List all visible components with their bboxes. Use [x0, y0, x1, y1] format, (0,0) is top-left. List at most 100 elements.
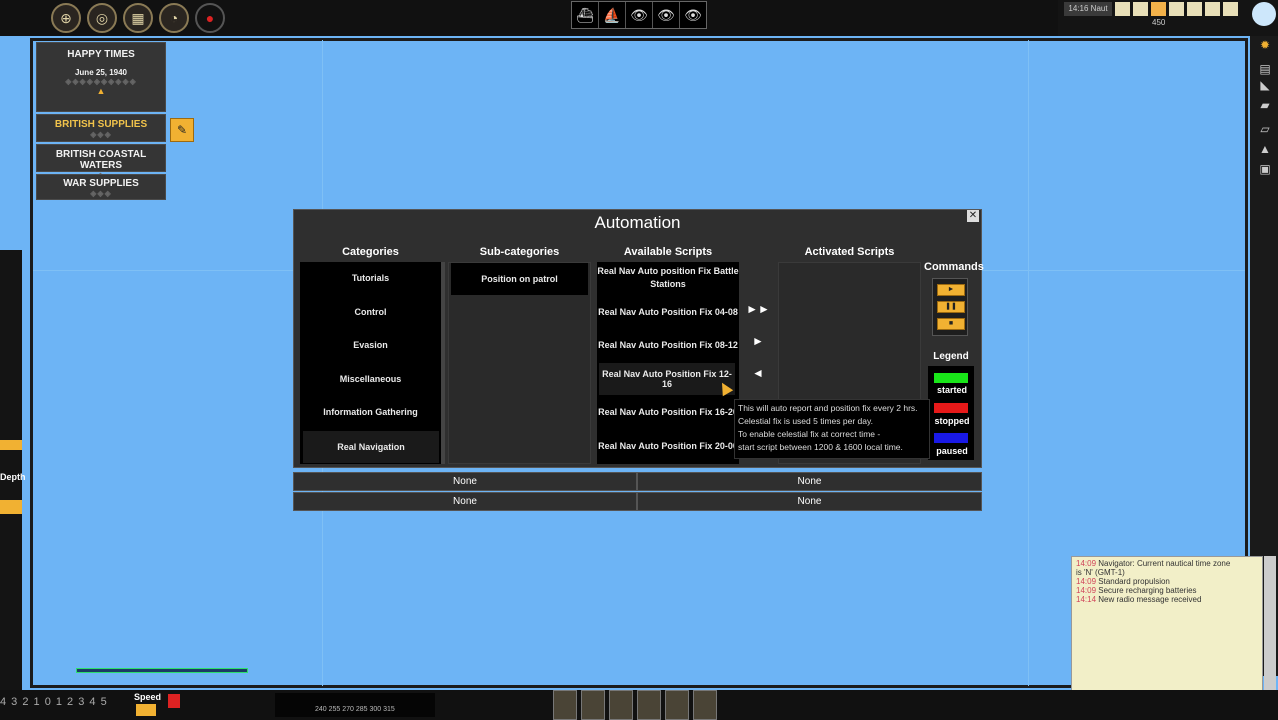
mission-item-british-coastal-waters[interactable]: BRITISH COASTAL WATERS ◈ [36, 144, 166, 180]
status-cell: None [293, 472, 637, 491]
time-compression-button[interactable] [1115, 2, 1130, 16]
eye-icon[interactable]: 👁 [653, 2, 680, 28]
start-script-button[interactable]: ► [937, 284, 965, 296]
subcategories-list: Position on patrol [448, 262, 591, 464]
categories-header: Categories [342, 246, 399, 258]
mission-item-british-supplies[interactable]: BRITISH SUPPLIES ◈◈◈ [36, 114, 166, 142]
script-item[interactable]: Real Nav Auto position Fix Battle Statio… [597, 262, 739, 294]
legend-paused-swatch [934, 433, 968, 443]
script-item[interactable]: Real Nav Auto Position Fix 20-00 [597, 430, 739, 462]
helm-wheel-icon[interactable]: ✹ [1256, 38, 1274, 54]
depth-indicator [0, 440, 22, 450]
add-script-button[interactable]: ► [745, 334, 771, 350]
log-entry: 14:09 Standard propulsion [1076, 577, 1170, 586]
close-icon[interactable]: ✕ [967, 210, 979, 222]
map-tool-icon[interactable]: ▰ [1256, 98, 1274, 114]
clock-icon[interactable]: ◔ [159, 3, 189, 33]
crew-officer-portrait[interactable] [609, 690, 633, 720]
mission-header: HAPPY TIMES June 25, 1940 ◈◈◈◈◈◈◈◈◈◈ ▲ [36, 42, 166, 112]
subcategory-item[interactable]: Position on patrol [451, 263, 588, 295]
settings-icon[interactable] [1223, 2, 1238, 16]
heading-dial[interactable]: 240 255 270 285 300 315 [275, 693, 435, 717]
stop-script-button[interactable]: ■ [937, 318, 965, 330]
view-station-bar: ⛴ ⛵ 👁 👁 👁 [571, 1, 707, 29]
categories-list: Tutorials Control Evasion Miscellaneous … [300, 262, 441, 464]
legend-stopped-label: stopped [934, 416, 970, 426]
time-compression-button[interactable] [1133, 2, 1148, 16]
status-cell: None [637, 492, 982, 511]
compass-strip: 450 [1152, 18, 1166, 27]
left-toolbar [0, 250, 22, 690]
script-tooltip: This will auto report and position fix e… [734, 399, 930, 459]
edit-orders-icon[interactable]: ✎ [170, 118, 194, 142]
settings-icon[interactable] [1205, 2, 1220, 16]
legend-header: Legend [933, 351, 969, 362]
legend-stopped-swatch [934, 403, 968, 413]
legend-paused-label: paused [936, 446, 968, 456]
mission-date: June 25, 1940 [74, 68, 128, 77]
script-item[interactable]: Real Nav Auto Position Fix 04-08 [597, 296, 739, 328]
map-scale-bar [72, 660, 264, 674]
compass-icon[interactable]: ⊕ [51, 3, 81, 33]
category-item-selected[interactable]: Real Navigation [303, 431, 439, 463]
map-tool-icon[interactable]: ▣ [1256, 162, 1274, 178]
map-tool-icon[interactable]: ◣ [1256, 78, 1274, 94]
map-tool-icon[interactable]: ▱ [1256, 122, 1274, 138]
script-item[interactable]: Real Nav Auto Position Fix 08-12 [597, 329, 739, 361]
chart-icon[interactable]: ▦ [123, 3, 153, 33]
available-scripts-header: Available Scripts [623, 246, 713, 258]
status-cell: None [637, 472, 982, 491]
category-item[interactable]: Evasion [300, 329, 441, 361]
activated-scripts-header: Activated Scripts [804, 246, 895, 258]
mission-item-war-supplies[interactable]: WAR SUPPLIES ◈◈◈ [36, 174, 166, 200]
crew-officer-portrait[interactable] [693, 690, 717, 720]
time-compression-button[interactable] [1151, 2, 1166, 16]
legend-started-swatch [934, 373, 968, 383]
commands-header: Commands [924, 261, 984, 273]
log-entry: 14:14 New radio message received [1076, 595, 1202, 604]
settings-icon[interactable] [1169, 2, 1184, 16]
log-entry: 14:09 Navigator: Current nautical time z… [1076, 559, 1231, 568]
settings-icon[interactable] [1187, 2, 1202, 16]
script-item[interactable]: Real Nav Auto Position Fix 16-20 [597, 396, 739, 428]
category-item[interactable]: Control [300, 296, 441, 328]
subcategories-header: Sub-categories [479, 246, 560, 258]
remove-script-button[interactable]: ◄ [745, 366, 771, 382]
available-scripts-list: Real Nav Auto position Fix Battle Statio… [597, 262, 739, 464]
depth-gauge [0, 500, 22, 514]
add-all-button[interactable]: ►► [745, 302, 771, 318]
crew-officer-portrait[interactable] [665, 690, 689, 720]
periscope-eye-icon[interactable]: 👁 [626, 2, 653, 28]
boat-icon[interactable]: ⛵ [599, 2, 626, 28]
mission-title: HAPPY TIMES [67, 49, 135, 60]
log-entry: 14:09 Secure recharging batteries [1076, 586, 1197, 595]
ship-icon[interactable]: ⛴ [572, 2, 599, 28]
map-tool-icon[interactable]: ▤ [1256, 62, 1274, 78]
alarm-icon[interactable] [168, 694, 180, 708]
depth-label: Depth [0, 472, 26, 482]
pause-script-button[interactable]: ❚❚ [937, 301, 965, 313]
log-entry: is 'N' (GMT-1) [1076, 568, 1125, 577]
script-item-selected[interactable]: Real Nav Auto Position Fix 12-16 [599, 363, 735, 395]
legend-started-label: started [936, 385, 967, 395]
globe-icon[interactable] [1252, 2, 1276, 26]
crew-officer-portrait[interactable] [637, 690, 661, 720]
category-item[interactable]: Tutorials [300, 262, 441, 294]
speed-gauge [136, 704, 156, 716]
engine-telegraph[interactable]: 4 3 2 1 0 1 2 3 4 5 [0, 696, 130, 708]
grid-line [1028, 40, 1029, 686]
chevron-up-icon: ▲ [96, 86, 106, 96]
dialog-title: Automation [594, 213, 681, 232]
map-tool-icon[interactable]: ▲ [1256, 142, 1274, 158]
target-icon[interactable]: ◎ [87, 3, 117, 33]
category-item[interactable]: Miscellaneous [300, 363, 441, 395]
progress-dots: ◈◈◈◈◈◈◈◈◈◈ [65, 77, 137, 86]
scrollbar[interactable] [441, 262, 445, 464]
nautical-clock: 14:16 Naut [1064, 2, 1112, 16]
category-item[interactable]: Information Gathering [300, 396, 441, 428]
eye-icon[interactable]: 👁 [680, 2, 706, 28]
record-icon[interactable]: ● [195, 3, 225, 33]
crew-officer-portrait[interactable] [553, 690, 577, 720]
crew-officer-portrait[interactable] [581, 690, 605, 720]
status-cell: None [293, 492, 637, 511]
